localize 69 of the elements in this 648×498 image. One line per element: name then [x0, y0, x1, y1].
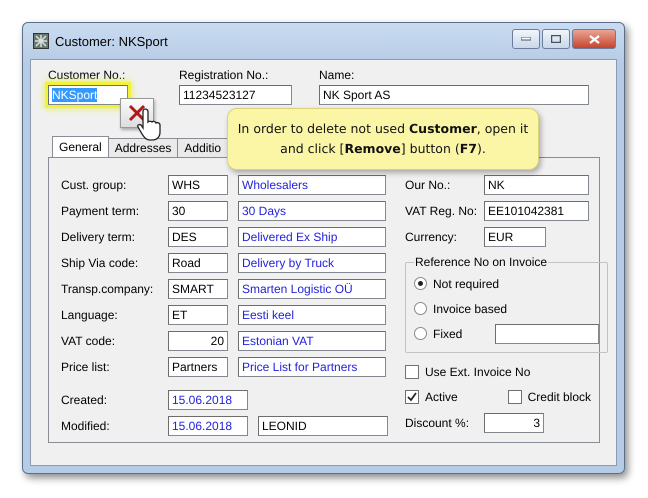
group-title: Reference No on Invoice [414, 255, 548, 269]
field-label: Customer No.: [48, 68, 126, 82]
input-field[interactable]: EUR [484, 227, 546, 247]
description-field[interactable]: 30 Days [238, 201, 386, 221]
field-label: Language: [61, 308, 119, 322]
description-field[interactable]: Wholesalers [238, 175, 386, 195]
field-label: Name: [319, 68, 356, 82]
radio-label: Invoice based [433, 302, 508, 316]
field-label: Payment term: [61, 204, 140, 218]
minimize-icon [521, 37, 531, 41]
checkbox[interactable] [405, 364, 419, 378]
code-field[interactable]: ET [168, 305, 228, 325]
field-label: Currency: [405, 230, 458, 244]
user-field[interactable]: LEONID [258, 416, 388, 436]
input-field[interactable]: 11234523127 [179, 85, 292, 105]
code-field[interactable]: 30 [168, 201, 228, 221]
checkbox-label: Active [425, 390, 458, 404]
code-field[interactable]: Road [168, 253, 228, 273]
checkbox[interactable] [508, 390, 522, 404]
date-field[interactable]: 15.06.2018 [168, 416, 248, 436]
maximize-icon [551, 35, 561, 43]
input-field[interactable]: NK Sport AS [319, 85, 589, 105]
input-field[interactable]: EE101042381 [484, 201, 589, 221]
code-field[interactable]: Partners [168, 357, 228, 377]
field-label: Delivery term: [61, 230, 136, 244]
description-field[interactable]: Delivery by Truck [238, 253, 386, 273]
code-field[interactable]: SMART [168, 279, 228, 299]
tab[interactable]: Additio [177, 138, 228, 157]
tab[interactable]: General [52, 136, 109, 157]
field-label: Our No.: [405, 178, 452, 192]
field-label: Cust. group: [61, 178, 128, 192]
checkbox[interactable] [405, 390, 419, 404]
code-field[interactable]: 20 [168, 331, 228, 351]
window-title: Customer: NKSport [55, 34, 169, 48]
app-icon [33, 33, 49, 49]
input-field[interactable] [495, 324, 599, 344]
description-field[interactable]: Smarten Logistic OÜ [238, 279, 386, 299]
description-field[interactable]: Estonian VAT [238, 331, 386, 351]
checkbox-label: Credit block [528, 390, 591, 404]
description-field[interactable]: Delivered Ex Ship [238, 227, 386, 247]
radio-label: Fixed [433, 326, 464, 340]
checkbox-label: Use Ext. Invoice No [425, 364, 530, 378]
radio-button[interactable] [414, 302, 427, 315]
field-label: VAT code: [61, 334, 116, 348]
input-field[interactable]: 3 [484, 413, 544, 433]
radio-button[interactable] [414, 327, 427, 340]
field-label: Transp.company: [61, 282, 154, 296]
field-label: Modified: [61, 419, 111, 433]
radio-label: Not required [433, 276, 500, 290]
field-label: Created: [61, 393, 108, 407]
field-label: Discount %: [405, 416, 470, 430]
input-field[interactable]: NK [484, 175, 589, 195]
close-icon [588, 34, 600, 44]
radio-button[interactable] [414, 277, 427, 290]
close-icon [127, 103, 147, 123]
field-label: Price list: [61, 360, 111, 374]
field-label: Registration No.: [179, 68, 270, 82]
code-field[interactable]: WHS [168, 175, 228, 195]
description-field[interactable]: Price List for Partners [238, 357, 386, 377]
maximize-button[interactable] [542, 29, 570, 49]
description-field[interactable]: Eesti keel [238, 305, 386, 325]
close-button[interactable] [572, 29, 616, 49]
tab[interactable]: Addresses [108, 138, 178, 157]
date-field[interactable]: 15.06.2018 [168, 390, 248, 410]
field-label: VAT Reg. No: [405, 204, 478, 218]
code-field[interactable]: DES [168, 227, 228, 247]
callout-text: In order to delete not used Customer, open it and click [Remove] button (F7). [238, 121, 528, 156]
field-label: Ship Via code: [61, 256, 140, 270]
minimize-button[interactable] [512, 29, 540, 49]
